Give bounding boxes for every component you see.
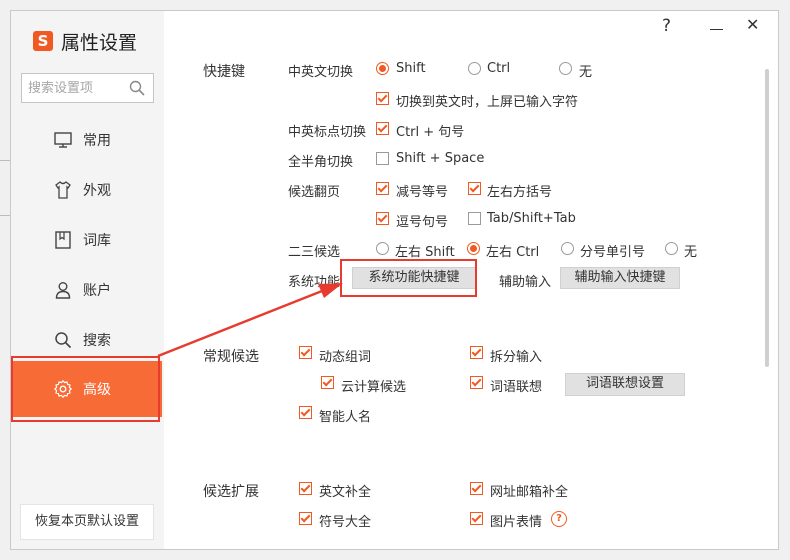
annotation-arrow	[157, 283, 343, 358]
